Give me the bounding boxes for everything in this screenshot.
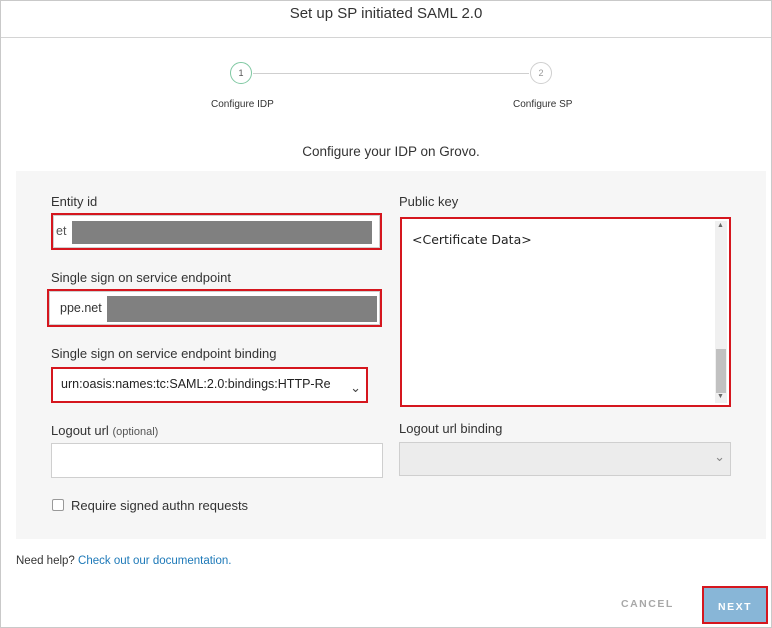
sso-endpoint-value: ppe.net — [60, 301, 102, 315]
documentation-link[interactable]: Check out our documentation. — [78, 555, 231, 567]
logout-binding-label: Logout url binding — [399, 421, 503, 436]
next-button[interactable]: NEXT — [702, 586, 768, 624]
optional-hint: (optional) — [112, 426, 159, 438]
sso-endpoint-input[interactable]: ppe.net — [47, 289, 382, 327]
sso-binding-select[interactable]: urn:oasis:names:tc:SAML:2.0:bindings:HTT… — [51, 367, 368, 403]
public-key-label: Public key — [399, 194, 459, 209]
logout-url-input[interactable] — [51, 443, 383, 478]
chevron-down-icon: ⌄ — [350, 380, 361, 395]
sso-endpoint-label: Single sign on service endpoint — [51, 270, 231, 285]
require-signed-checkbox[interactable] — [52, 499, 64, 511]
logout-url-label-text: Logout url — [51, 423, 109, 438]
scroll-thumb[interactable] — [716, 349, 726, 393]
entity-id-value: et — [56, 224, 67, 238]
entity-id-label: Entity id — [51, 194, 98, 209]
chevron-down-icon: ⌄ — [714, 449, 725, 464]
sso-binding-label: Single sign on service endpoint binding — [51, 346, 277, 361]
entity-id-input[interactable]: et — [51, 213, 382, 250]
logout-url-label: Logout url (optional) — [51, 423, 158, 438]
scroll-up-icon[interactable]: ▲ — [717, 222, 724, 229]
cancel-button[interactable]: CANCEL — [621, 598, 674, 610]
step-2-indicator: 2 — [530, 62, 552, 84]
help-prefix: Need help? — [16, 555, 75, 567]
logout-binding-select[interactable]: ⌄ — [399, 442, 731, 476]
redacted-block — [107, 296, 377, 322]
subheading: Configure your IDP on Grovo. — [302, 144, 480, 159]
redacted-block — [72, 221, 372, 244]
textarea-scrollbar[interactable]: ▲ ▼ — [715, 221, 727, 403]
help-text: Need help? Check out our documentation. — [16, 555, 231, 567]
step-2-label: Configure SP — [513, 99, 573, 110]
public-key-value: <Certificate Data> — [412, 232, 532, 247]
stepper-line — [253, 73, 529, 74]
saml-setup-dialog: Set up SP initiated SAML 2.0 1 2 Configu… — [0, 0, 772, 628]
dialog-title: Set up SP initiated SAML 2.0 — [1, 1, 771, 38]
sso-binding-value: urn:oasis:names:tc:SAML:2.0:bindings:HTT… — [61, 377, 331, 391]
public-key-textarea[interactable]: <Certificate Data> ▲ ▼ — [400, 217, 731, 407]
require-signed-label: Require signed authn requests — [71, 498, 249, 513]
scroll-down-icon[interactable]: ▼ — [717, 393, 724, 400]
step-1-label: Configure IDP — [211, 99, 274, 110]
step-1-indicator: 1 — [230, 62, 252, 84]
